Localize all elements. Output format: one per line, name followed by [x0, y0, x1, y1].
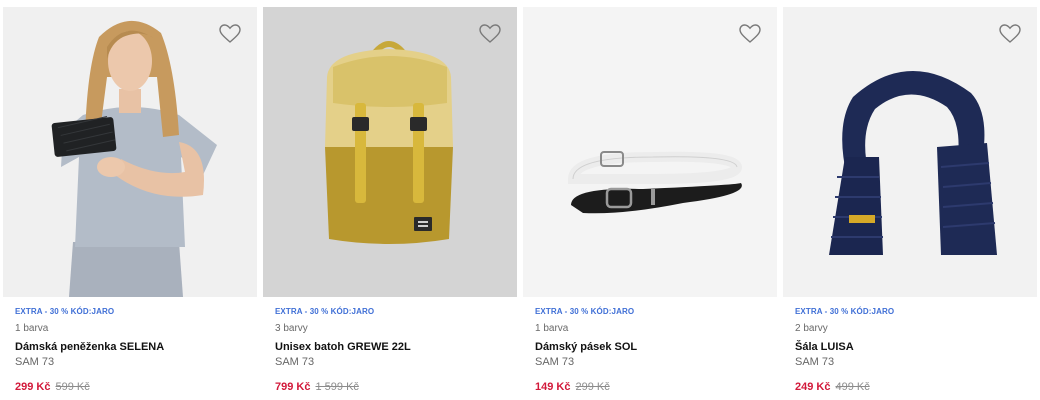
- original-price: 499 Kč: [835, 381, 870, 393]
- product-image[interactable]: [3, 7, 257, 297]
- product-image[interactable]: [783, 7, 1037, 297]
- color-count: 2 barvy: [795, 323, 828, 334]
- price-row: 299 Kč 599 Kč: [15, 380, 251, 394]
- scarf-photo: [783, 7, 1037, 297]
- favorite-button[interactable]: [739, 24, 761, 44]
- brand-name: SAM 73: [535, 356, 575, 368]
- promo-label: EXTRA - 30 % KÓD:JARO: [535, 307, 635, 316]
- product-image[interactable]: [523, 7, 777, 297]
- product-image[interactable]: [263, 7, 517, 297]
- color-count: 3 barvy: [275, 323, 308, 334]
- heart-outline-icon: [999, 24, 1021, 43]
- belts-photo: [523, 7, 777, 297]
- price-row: 249 Kč 499 Kč: [795, 380, 1031, 394]
- woman-with-wallet-photo: [3, 7, 257, 297]
- brand-name: SAM 73: [15, 356, 55, 368]
- product-info: EXTRA - 30 % KÓD:JARO 1 barva Dámská pen…: [15, 307, 251, 394]
- price-row: 799 Kč 1 599 Kč: [275, 380, 511, 394]
- product-info: EXTRA - 30 % KÓD:JARO 1 barva Dámský pás…: [535, 307, 771, 394]
- product-info: EXTRA - 30 % KÓD:JARO 2 barvy Šála LUISA…: [795, 307, 1031, 394]
- original-price: 1 599 Kč: [315, 381, 359, 393]
- product-name[interactable]: Dámský pásek SOL: [535, 340, 771, 354]
- current-price: 299 Kč: [15, 381, 51, 393]
- brand-name: SAM 73: [275, 356, 315, 368]
- favorite-button[interactable]: [219, 24, 241, 44]
- backpack-photo: [263, 7, 517, 297]
- color-count: 1 barva: [15, 323, 49, 334]
- promo-label: EXTRA - 30 % KÓD:JARO: [795, 307, 895, 316]
- product-card[interactable]: EXTRA - 30 % KÓD:JARO 1 barva Dámský pás…: [523, 7, 777, 400]
- product-name[interactable]: Unisex batoh GREWE 22L: [275, 340, 511, 354]
- current-price: 249 Kč: [795, 381, 831, 393]
- product-info: EXTRA - 30 % KÓD:JARO 3 barvy Unisex bat…: [275, 307, 511, 394]
- original-price: 599 Kč: [55, 381, 90, 393]
- favorite-button[interactable]: [999, 24, 1021, 44]
- product-card[interactable]: EXTRA - 30 % KÓD:JARO 1 barva Dámská pen…: [3, 7, 257, 400]
- promo-label: EXTRA - 30 % KÓD:JARO: [15, 307, 115, 316]
- product-name[interactable]: Šála LUISA: [795, 340, 1031, 354]
- price-row: 149 Kč 299 Kč: [535, 380, 771, 394]
- heart-outline-icon: [739, 24, 761, 43]
- current-price: 799 Kč: [275, 381, 311, 393]
- heart-outline-icon: [219, 24, 241, 43]
- original-price: 299 Kč: [575, 381, 610, 393]
- promo-label: EXTRA - 30 % KÓD:JARO: [275, 307, 375, 316]
- favorite-button[interactable]: [479, 24, 501, 44]
- product-name[interactable]: Dámská peněženka SELENA: [15, 340, 251, 354]
- product-card[interactable]: EXTRA - 30 % KÓD:JARO 3 barvy Unisex bat…: [263, 7, 517, 400]
- current-price: 149 Kč: [535, 381, 571, 393]
- product-grid: EXTRA - 30 % KÓD:JARO 1 barva Dámská pen…: [3, 7, 1037, 400]
- brand-name: SAM 73: [795, 356, 835, 368]
- product-card[interactable]: EXTRA - 30 % KÓD:JARO 2 barvy Šála LUISA…: [783, 7, 1037, 400]
- color-count: 1 barva: [535, 323, 569, 334]
- heart-outline-icon: [479, 24, 501, 43]
